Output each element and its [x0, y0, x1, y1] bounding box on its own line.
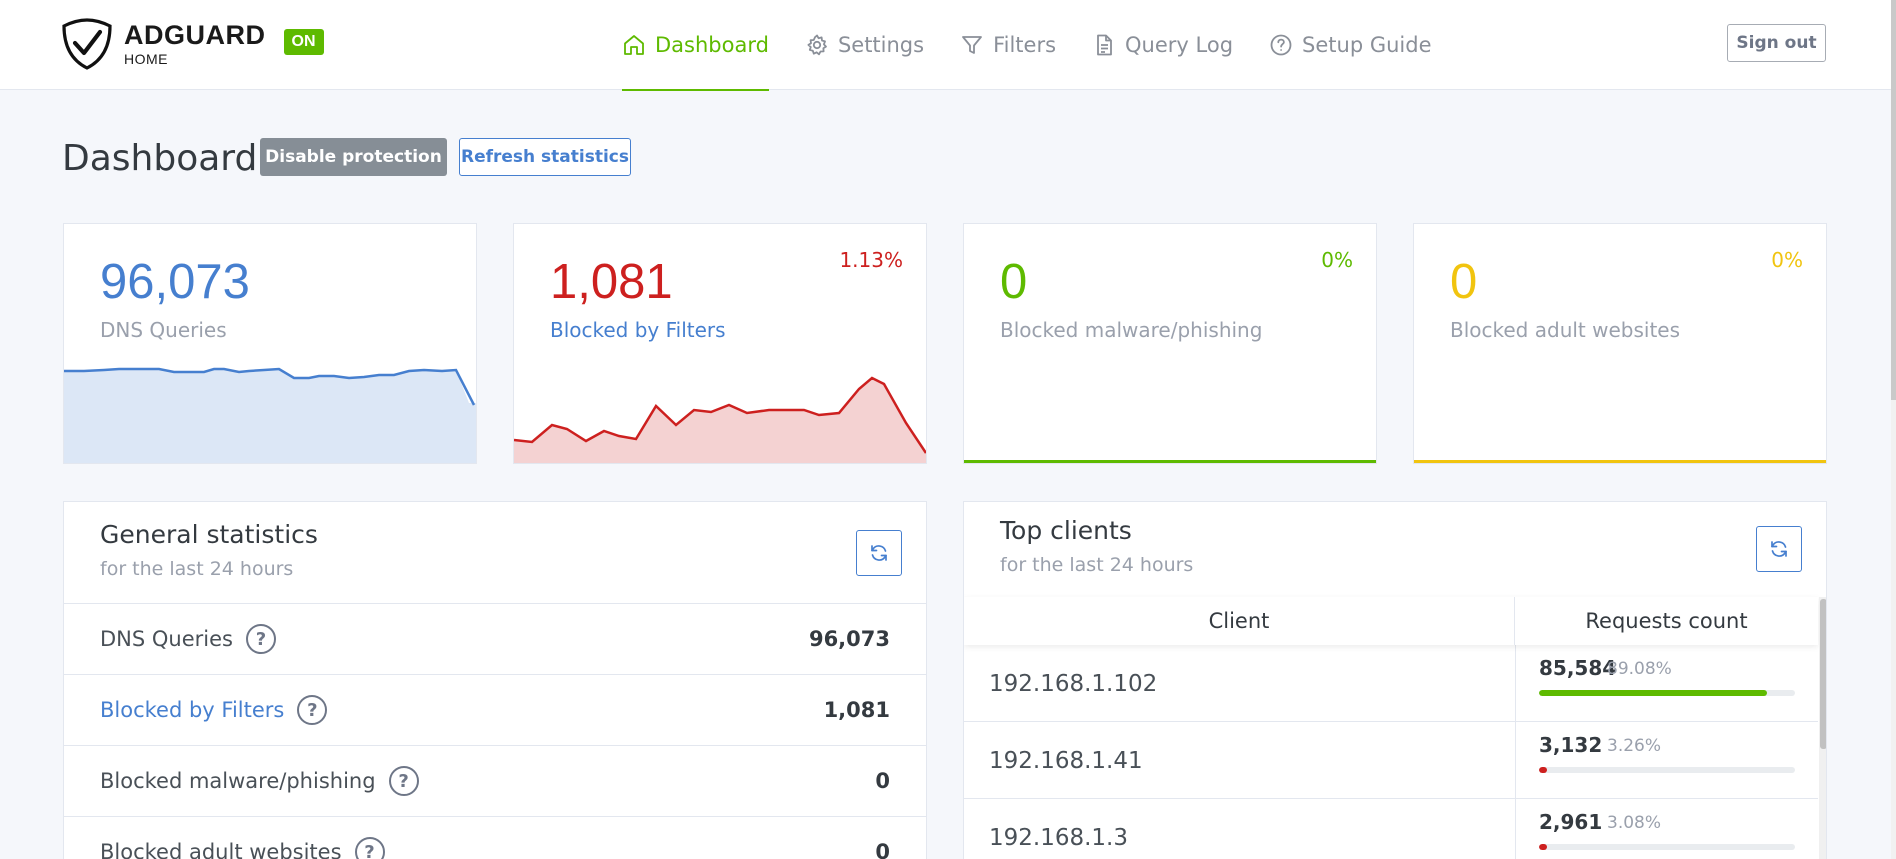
nav-settings[interactable]: Settings: [805, 0, 924, 90]
blocked-malware-card: 0 Blocked malware/phishing 0%: [963, 223, 1377, 464]
general-statistics-title: General statistics: [100, 520, 318, 549]
document-icon: [1097, 34, 1112, 56]
table-row[interactable]: 192.168.1.102 85,584 89.08%: [964, 645, 1818, 722]
top-clients-title: Top clients: [1000, 516, 1132, 545]
blocked-by-filters-value: 1,081: [550, 255, 673, 309]
client-ip[interactable]: 192.168.1.102: [989, 645, 1157, 722]
question-icon[interactable]: ?: [354, 837, 385, 859]
nav-query-log[interactable]: Query Log: [1092, 0, 1233, 90]
brand-logo[interactable]: ADGUARD HOME ON: [62, 18, 324, 70]
question-icon[interactable]: ?: [245, 624, 276, 654]
refresh-icon: [1771, 541, 1787, 557]
table-scrollbar[interactable]: [1819, 597, 1826, 859]
stat-row-value: 96,073: [808, 627, 890, 651]
brand-subname: HOME: [124, 51, 168, 67]
blocked-by-filters-sparkline: [514, 376, 926, 463]
blocked-malware-sparkline: [964, 460, 1376, 463]
client-ip[interactable]: 192.168.1.41: [989, 722, 1143, 799]
top-clients-panel: Top clients for the last 24 hours 192.16…: [963, 501, 1827, 859]
help-circle-icon: [1270, 34, 1292, 56]
stat-row-label: Blocked malware/phishing: [100, 769, 376, 793]
stat-row-blocked-malware: Blocked malware/phishing ? 0: [64, 745, 926, 816]
nav-filters[interactable]: Filters: [960, 0, 1056, 90]
nav-settings-label: Settings: [837, 33, 925, 57]
dns-queries-card: 96,073 DNS Queries: [63, 223, 477, 464]
filter-icon: [962, 36, 982, 54]
table-scrollbar-thumb[interactable]: [1820, 599, 1826, 749]
request-percent: 3.26%: [1607, 736, 1662, 756]
column-header-requests-count[interactable]: Requests count: [1515, 597, 1818, 645]
main-nav: Dashboard Settings Filters Query Log Set…: [622, 0, 1468, 91]
nav-setup-guide[interactable]: Setup Guide: [1269, 0, 1432, 90]
top-clients-refresh-button[interactable]: [1756, 526, 1802, 572]
question-icon[interactable]: ?: [297, 695, 328, 725]
request-progress-fill: [1539, 690, 1768, 696]
refresh-statistics-button[interactable]: Refresh statistics: [459, 138, 631, 176]
blocked-adult-percent: 0%: [1771, 248, 1803, 272]
blocked-adult-label: Blocked adult websites: [1450, 318, 1681, 342]
stat-row-value: 1,081: [823, 698, 890, 722]
blocked-by-filters-card: 1,081 Blocked by Filters 1.13%: [513, 223, 927, 464]
blocked-adult-card: 0 Blocked adult websites 0%: [1413, 223, 1827, 464]
table-row[interactable]: 192.168.1.41 3,132 3.26%: [964, 722, 1818, 799]
request-percent: 3.08%: [1607, 813, 1662, 833]
table-header: Client Requests count: [964, 597, 1818, 645]
stat-row-value: 0: [875, 840, 890, 859]
stat-row-label[interactable]: Blocked by Filters: [100, 698, 284, 722]
refresh-icon: [871, 545, 887, 561]
nav-query-log-label: Query Log: [1125, 33, 1234, 57]
blocked-malware-percent: 0%: [1321, 248, 1353, 272]
blocked-adult-sparkline: [1414, 460, 1826, 463]
home-icon: [624, 35, 644, 55]
column-header-client[interactable]: Client: [964, 597, 1515, 645]
table-row[interactable]: 192.168.1.3 2,961 3.08%: [964, 799, 1818, 859]
question-icon[interactable]: ?: [388, 766, 419, 796]
request-percent: 89.08%: [1607, 659, 1672, 679]
request-count: 85,584: [1539, 656, 1617, 680]
general-statistics-subtitle: for the last 24 hours: [100, 558, 294, 580]
nav-filters-label: Filters: [993, 33, 1057, 57]
top-navbar: ADGUARD HOME ON Dashboard Settings Filte…: [0, 0, 1896, 91]
stat-row-value: 0: [875, 769, 890, 793]
request-progress-fill: [1539, 767, 1548, 773]
nav-dashboard-label: Dashboard: [655, 33, 769, 57]
stat-row-label: Blocked adult websites: [100, 840, 342, 859]
gear-icon: [807, 34, 827, 56]
request-progress-fill: [1539, 844, 1547, 850]
stat-row-label: DNS Queries: [100, 627, 233, 651]
page-title: Dashboard: [62, 138, 258, 179]
nav-setup-guide-label: Setup Guide: [1302, 33, 1432, 57]
blocked-malware-value: 0: [1000, 255, 1028, 309]
general-statistics-panel: General statistics for the last 24 hours…: [63, 501, 927, 859]
page-scrollbar[interactable]: [1891, 0, 1896, 859]
nav-dashboard[interactable]: Dashboard: [622, 0, 769, 91]
sign-out-button[interactable]: Sign out: [1727, 24, 1826, 62]
top-clients-subtitle: for the last 24 hours: [1000, 554, 1194, 576]
disable-protection-button[interactable]: Disable protection: [260, 138, 447, 176]
dns-queries-sparkline: [64, 367, 476, 463]
request-progress-bar: [1539, 690, 1795, 696]
dns-queries-value: 96,073: [100, 255, 250, 309]
client-ip[interactable]: 192.168.1.3: [989, 799, 1128, 859]
protection-status-badge: ON: [283, 29, 324, 55]
blocked-by-filters-percent: 1.13%: [839, 248, 903, 272]
stat-row-blocked-adult: Blocked adult websites ? 0: [64, 816, 926, 859]
general-statistics-refresh-button[interactable]: [856, 530, 902, 576]
request-count: 3,132: [1539, 733, 1603, 757]
blocked-malware-label: Blocked malware/phishing: [1000, 318, 1263, 342]
dns-queries-label: DNS Queries: [100, 318, 227, 342]
stat-row-dns-queries: DNS Queries ? 96,073: [64, 603, 926, 674]
request-count: 2,961: [1539, 810, 1603, 834]
request-progress-bar: [1539, 767, 1795, 773]
adguard-shield-icon: [62, 18, 112, 70]
request-progress-bar: [1539, 844, 1795, 850]
blocked-adult-value: 0: [1450, 255, 1478, 309]
page-scrollbar-thumb[interactable]: [1891, 0, 1896, 400]
brand-name: ADGUARD: [124, 20, 266, 50]
stat-row-blocked-by-filters: Blocked by Filters ? 1,081: [64, 674, 926, 745]
blocked-by-filters-label[interactable]: Blocked by Filters: [550, 318, 726, 342]
